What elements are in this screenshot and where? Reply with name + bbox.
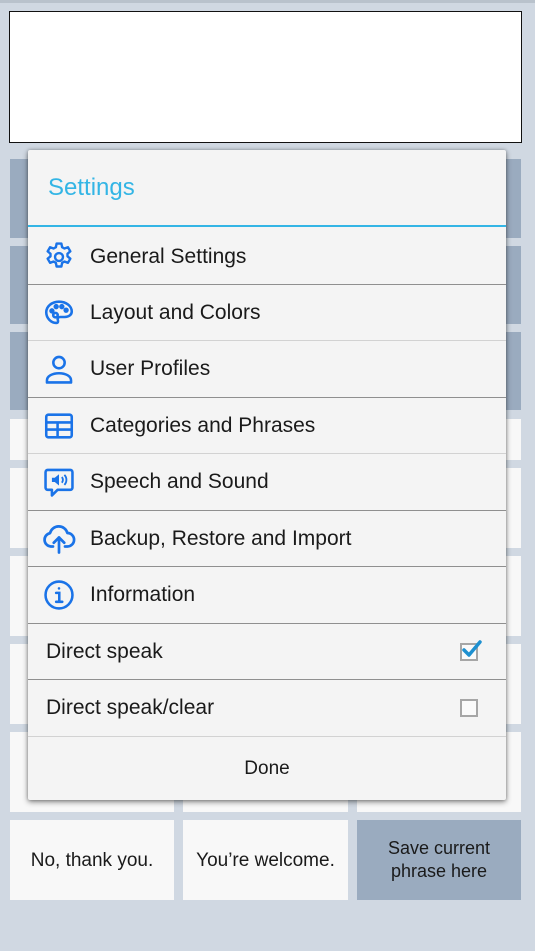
direct-speak-label: Direct speak xyxy=(46,640,163,663)
menu-item-backup-restore[interactable]: Backup, Restore and Import xyxy=(28,511,506,567)
direct-speak-row[interactable]: Direct speak xyxy=(28,624,506,680)
save-phrase-tile[interactable]: Save current phrase here xyxy=(357,820,521,900)
gear-icon xyxy=(41,239,77,275)
settings-dialog: Settings General Settings Layout and Col… xyxy=(28,150,506,800)
menu-item-label: Backup, Restore and Import xyxy=(90,527,352,550)
phrase-input-box[interactable] xyxy=(9,11,522,143)
user-icon xyxy=(41,351,77,387)
phrase-tile[interactable]: You’re welcome. xyxy=(183,820,348,900)
direct-speak-clear-checkbox[interactable] xyxy=(460,699,478,717)
checkmark-icon xyxy=(462,640,482,657)
menu-item-speech-sound[interactable]: Speech and Sound xyxy=(28,454,506,510)
info-icon xyxy=(41,577,77,613)
direct-speak-clear-row[interactable]: Direct speak/clear xyxy=(28,680,506,736)
done-button[interactable]: Done xyxy=(28,737,506,800)
menu-item-label: General Settings xyxy=(90,245,247,268)
title-divider xyxy=(28,225,506,227)
dialog-title: Settings xyxy=(48,174,135,201)
menu-item-categories-phrases[interactable]: Categories and Phrases xyxy=(28,398,506,454)
status-bar-edge xyxy=(0,0,535,3)
menu-item-label: Categories and Phrases xyxy=(90,414,316,437)
direct-speak-clear-label: Direct speak/clear xyxy=(46,696,215,719)
palette-icon xyxy=(41,295,77,331)
menu-item-general-settings[interactable]: General Settings xyxy=(28,229,506,285)
menu-item-label: User Profiles xyxy=(90,357,211,380)
menu-item-layout-colors[interactable]: Layout and Colors xyxy=(28,285,506,341)
direct-speak-checkbox[interactable] xyxy=(460,640,482,661)
cloud-upload-icon xyxy=(41,521,77,557)
menu-item-information[interactable]: Information xyxy=(28,567,506,623)
phrase-tile-label: You’re welcome. xyxy=(196,849,335,871)
save-phrase-label: Save current phrase here xyxy=(387,838,491,881)
grid-icon xyxy=(41,408,77,444)
menu-item-label: Information xyxy=(90,583,196,606)
menu-item-label: Speech and Sound xyxy=(90,470,269,493)
phrase-tile-label: No, thank you. xyxy=(30,849,154,871)
speech-bubble-speaker-icon xyxy=(41,464,77,500)
menu-item-user-profiles[interactable]: User Profiles xyxy=(28,341,506,397)
phrase-tile[interactable]: No, thank you. xyxy=(10,820,174,900)
menu-item-label: Layout and Colors xyxy=(90,301,261,324)
